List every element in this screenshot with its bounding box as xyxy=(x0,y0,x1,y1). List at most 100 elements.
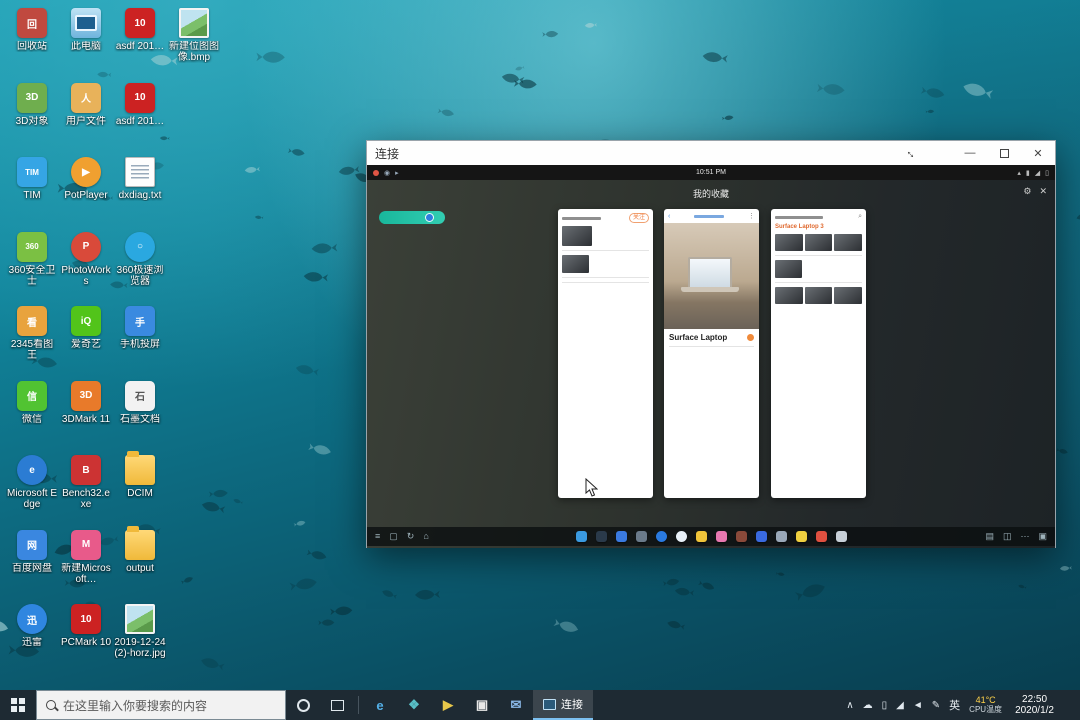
icon-potplayer[interactable]: ▶PotPlayer xyxy=(60,157,112,201)
fish-silhouette xyxy=(288,147,306,156)
dock-app-1[interactable] xyxy=(576,531,587,542)
clock-time: 22:50 xyxy=(1015,694,1054,705)
close-icon[interactable]: ✕ xyxy=(1039,186,1047,197)
taskbar-clock[interactable]: 22:50 2020/1/2 xyxy=(1011,694,1058,716)
grid-icon[interactable]: ≡ xyxy=(375,531,380,542)
favorite-card-news-feed[interactable]: 关注 xyxy=(558,209,653,498)
icon-360-safe[interactable]: 360360安全卫士 xyxy=(6,232,58,287)
icon-bench32[interactable]: BBench32.exe xyxy=(60,455,112,510)
cortana-button[interactable] xyxy=(286,690,320,720)
icon-360-browser[interactable]: ○360极速浏览器 xyxy=(114,232,166,287)
minimize-button[interactable]: — xyxy=(953,141,987,165)
icon-picture-viewer[interactable]: 看2345看图王 xyxy=(6,306,58,361)
remote-status-icon-2: ▮ xyxy=(1026,169,1030,177)
dock-app-2[interactable] xyxy=(596,531,607,542)
icon-tim[interactable]: TIMTIM xyxy=(6,157,58,201)
icon-3dmark11-glyph: 3D xyxy=(71,381,101,411)
icon-recycle-bin[interactable]: 回回收站 xyxy=(6,8,58,52)
icon-pcmark10[interactable]: 10PCMark 10 xyxy=(60,604,112,648)
window-icon[interactable]: ▢ xyxy=(389,531,398,542)
icon-phone-cast[interactable]: 手手机投屏 xyxy=(114,306,166,350)
icon-horz-jpg[interactable]: 2019-12-24 (2)-horz.jpg xyxy=(114,604,166,659)
cpu-temp-widget[interactable]: 41°C CPU温度 xyxy=(969,695,1002,715)
remote-status-icon-4: ▯ xyxy=(1045,169,1049,177)
icon-3d-objects[interactable]: 3D3D对象 xyxy=(6,83,58,127)
dock-app-6[interactable] xyxy=(676,531,687,542)
icon-new-bitmap[interactable]: 新建位图图像.bmp xyxy=(168,8,220,63)
remote-status-left: ◉ ▸ xyxy=(373,169,533,177)
dock-app-11[interactable] xyxy=(776,531,787,542)
dock-app-4[interactable] xyxy=(636,531,647,542)
dock-app-3[interactable] xyxy=(616,531,627,542)
more-icon[interactable]: ⋮ xyxy=(748,212,755,220)
panel-icon[interactable]: ◫ xyxy=(1003,531,1012,542)
icon-iqiyi[interactable]: iQ爱奇艺 xyxy=(60,306,112,350)
maximize-button[interactable] xyxy=(987,141,1021,165)
usb-icon[interactable]: ▯ xyxy=(882,700,888,711)
dock-app-8[interactable] xyxy=(716,531,727,542)
trash-icon[interactable]: ▣ xyxy=(1038,531,1047,542)
close-button[interactable]: ✕ xyxy=(1021,141,1055,165)
icon-output-folder[interactable]: output xyxy=(114,530,166,574)
favorite-card-search[interactable]: ⌕ Surface Laptop 3 xyxy=(771,209,866,498)
home-icon[interactable]: ⌂ xyxy=(423,531,428,542)
input-language-button[interactable]: 英 xyxy=(949,697,960,713)
icon-edge[interactable]: eMicrosoft Edge xyxy=(6,455,58,510)
weather-taskbar-icon[interactable]: ❖ xyxy=(397,690,431,720)
icon-this-pc[interactable]: 此电脑 xyxy=(60,8,112,52)
onedrive-icon[interactable]: ☁ xyxy=(863,700,873,711)
volume-icon[interactable]: ◄ xyxy=(913,700,923,711)
badge-dot xyxy=(747,334,754,341)
dock-app-9[interactable] xyxy=(736,531,747,542)
taskbar-item-connect[interactable]: 连接 xyxy=(533,690,593,720)
start-button[interactable] xyxy=(0,690,36,720)
mail-taskbar-icon[interactable]: ✉ xyxy=(499,690,533,720)
icon-new-microsoft[interactable]: M新建Microsoft… xyxy=(60,530,112,585)
icon-dxdiag-glyph xyxy=(125,157,155,187)
icon-asdf-2-label: asdf 201… xyxy=(114,116,166,127)
tray-expand-icon[interactable]: ∧ xyxy=(846,700,853,711)
dock-app-13[interactable] xyxy=(816,531,827,542)
cpu-temp-label: CPU温度 xyxy=(969,705,1002,715)
icon-dxdiag[interactable]: dxdiag.txt xyxy=(114,157,166,201)
icon-user-files[interactable]: 人用户文件 xyxy=(60,83,112,127)
dock-app-12[interactable] xyxy=(796,531,807,542)
store-taskbar-icon[interactable]: ▣ xyxy=(465,690,499,720)
system-tray: ∧ ☁ ▯ ◢ ◄ ✎ 英 41°C CPU温度 22:50 2020/1/2 xyxy=(846,690,1080,720)
connect-app-window: 连接 ↔ — ✕ ◉ ▸ 10:51 PM ▴▮◢▯ 我的收藏 ⚙✕ xyxy=(366,140,1056,548)
back-icon[interactable]: ‹ xyxy=(668,213,670,220)
fish-silhouette xyxy=(318,619,334,625)
fish-silhouette xyxy=(97,72,111,78)
icon-wechat[interactable]: 信微信 xyxy=(6,381,58,425)
video-taskbar-icon[interactable]: ▶ xyxy=(431,690,465,720)
icon-photoworks[interactable]: PPhotoWorks xyxy=(60,232,112,287)
icon-dcim-folder-label: DCIM xyxy=(114,488,166,499)
icon-baidu-netdisk[interactable]: 网百度网盘 xyxy=(6,530,58,574)
dock-app-10[interactable] xyxy=(756,531,767,542)
icon-shimo-docs[interactable]: 石石墨文档 xyxy=(114,381,166,425)
more-icon[interactable]: ⋯ xyxy=(1020,531,1029,542)
fish-silhouette xyxy=(233,498,244,505)
icon-dcim-folder[interactable]: DCIM xyxy=(114,455,166,499)
task-view-button[interactable] xyxy=(320,690,354,720)
fullscreen-button[interactable]: ↔ xyxy=(895,141,929,165)
refresh-icon[interactable]: ↻ xyxy=(407,531,415,542)
layout-icon[interactable]: ▤ xyxy=(985,531,994,542)
dock-app-7[interactable] xyxy=(696,531,707,542)
icon-asdf-2[interactable]: 10asdf 201… xyxy=(114,83,166,127)
dock-app-14[interactable] xyxy=(836,531,847,542)
screen-toggle-pill[interactable] xyxy=(379,211,445,224)
favorite-card-product[interactable]: ‹ ⋮ Surface Laptop xyxy=(664,209,759,498)
fish-silhouette xyxy=(303,271,328,282)
follow-button[interactable]: 关注 xyxy=(629,213,649,223)
settings-gear-icon[interactable]: ⚙ xyxy=(1023,186,1031,197)
taskbar-search-input[interactable]: 在这里输入你要搜索的内容 xyxy=(36,690,286,720)
network-icon[interactable]: ◢ xyxy=(896,700,904,711)
dock-app-5[interactable] xyxy=(656,531,667,542)
icon-asdf-1[interactable]: 10asdf 201… xyxy=(114,8,166,52)
icon-thunder[interactable]: 迅迅雷 xyxy=(6,604,58,648)
edge-taskbar-icon[interactable]: e xyxy=(363,690,397,720)
icon-3dmark11[interactable]: 3D3DMark 11 xyxy=(60,381,112,425)
search-icon[interactable]: ⌕ xyxy=(858,213,862,221)
pen-icon[interactable]: ✎ xyxy=(932,700,940,711)
